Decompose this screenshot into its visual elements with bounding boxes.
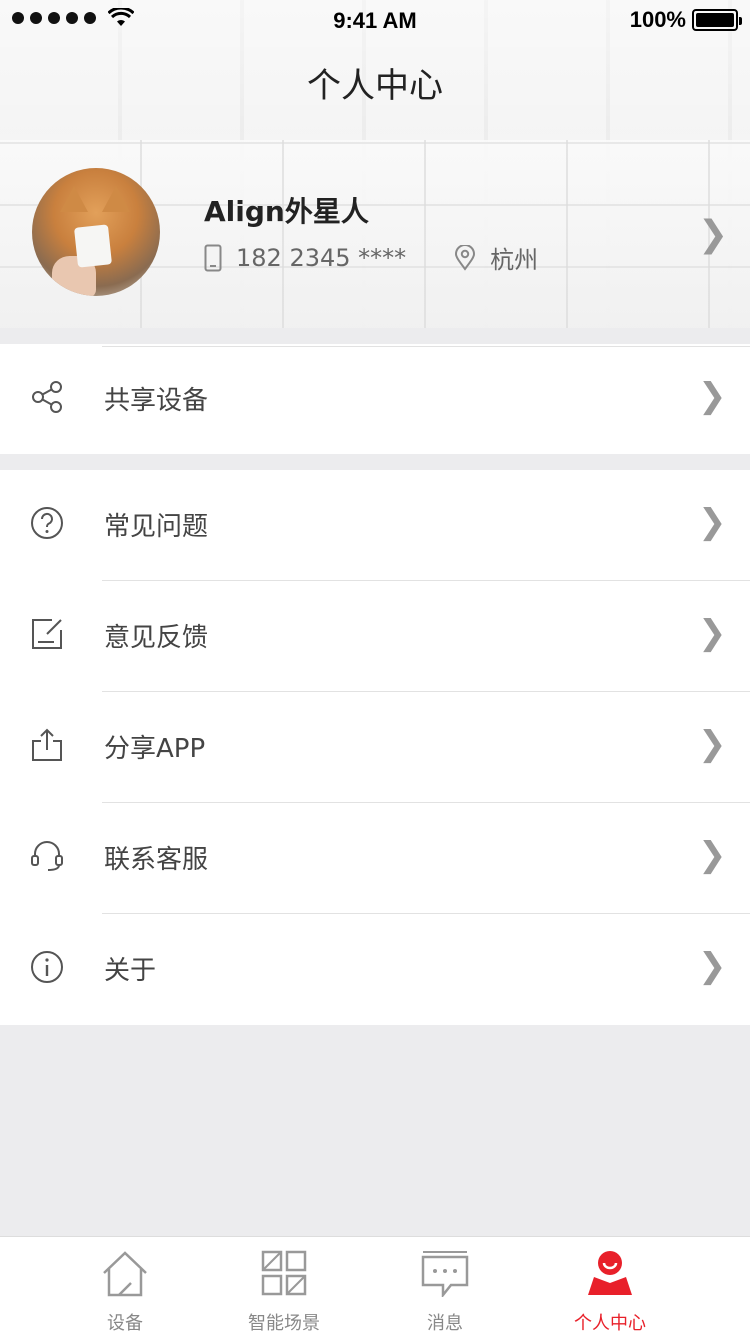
question-circle-icon <box>31 507 63 539</box>
menu-item-share-app[interactable]: 分享APP ❯ <box>0 692 750 803</box>
profile-chevron-right-icon[interactable]: ❯ <box>698 214 728 255</box>
battery-icon <box>692 9 742 31</box>
profile-info: 182 2345 **** 杭州 <box>204 240 538 275</box>
profile-name[interactable]: Align外星人 <box>204 190 369 230</box>
status-bar: 9:41 AM 100% <box>0 0 750 40</box>
tab-messages[interactable]: 消息 <box>380 1237 510 1334</box>
menu-item-label: 关于 <box>104 956 157 986</box>
feedback-edit-icon <box>32 619 62 649</box>
tab-label: 消息 <box>427 1313 463 1334</box>
tab-smart-scenes[interactable]: 智能场景 <box>219 1237 349 1334</box>
tab-label: 智能场景 <box>248 1313 320 1334</box>
menu-item-label: 常见问题 <box>104 512 209 542</box>
phone-icon <box>204 244 222 272</box>
menu-item-label: 共享设备 <box>104 386 209 416</box>
page-title: 个人中心 <box>307 66 443 106</box>
menu-item-faq[interactable]: 常见问题 ❯ <box>0 470 750 581</box>
chevron-right-icon: ❯ <box>698 502 727 542</box>
location-pin-icon <box>454 244 476 271</box>
tab-bar: 设备 智能场景 消息 个人中心 <box>0 1236 750 1334</box>
menu-item-label: 联系客服 <box>104 845 209 875</box>
info-circle-icon <box>31 951 63 983</box>
chevron-right-icon: ❯ <box>698 376 727 416</box>
profile-phone: 182 2345 **** <box>236 243 407 272</box>
share-nodes-icon <box>32 381 62 413</box>
grid-icon <box>261 1250 307 1296</box>
main-section: 常见问题 ❯ 意见反馈 ❯ 分享APP ❯ 联系客服 ❯ 关于 ❯ <box>0 470 750 1025</box>
profile-city: 杭州 <box>490 246 539 274</box>
menu-item-shared-devices[interactable]: 共享设备 ❯ <box>0 344 750 454</box>
headset-icon <box>31 841 63 871</box>
menu-item-label: 分享APP <box>104 734 206 764</box>
chevron-right-icon: ❯ <box>698 835 727 875</box>
chat-icon <box>421 1251 469 1297</box>
tab-label: 设备 <box>107 1313 143 1334</box>
tab-devices[interactable]: 设备 <box>60 1237 190 1334</box>
person-icon <box>588 1251 632 1295</box>
shared-section: 共享设备 ❯ <box>0 344 750 454</box>
tab-label: 个人中心 <box>574 1313 646 1334</box>
battery-percent: 100% <box>629 7 686 32</box>
menu-item-contact-service[interactable]: 联系客服 ❯ <box>0 803 750 914</box>
share-upload-icon <box>32 728 62 761</box>
menu-item-about[interactable]: 关于 ❯ <box>0 914 750 1025</box>
chevron-right-icon: ❯ <box>698 724 727 764</box>
house-icon <box>103 1251 147 1297</box>
menu-item-label: 意见反馈 <box>104 623 209 653</box>
avatar[interactable] <box>32 168 160 296</box>
chevron-right-icon: ❯ <box>698 946 727 986</box>
tab-profile[interactable]: 个人中心 <box>545 1237 675 1334</box>
menu-item-feedback[interactable]: 意见反馈 ❯ <box>0 581 750 692</box>
chevron-right-icon: ❯ <box>698 613 727 653</box>
